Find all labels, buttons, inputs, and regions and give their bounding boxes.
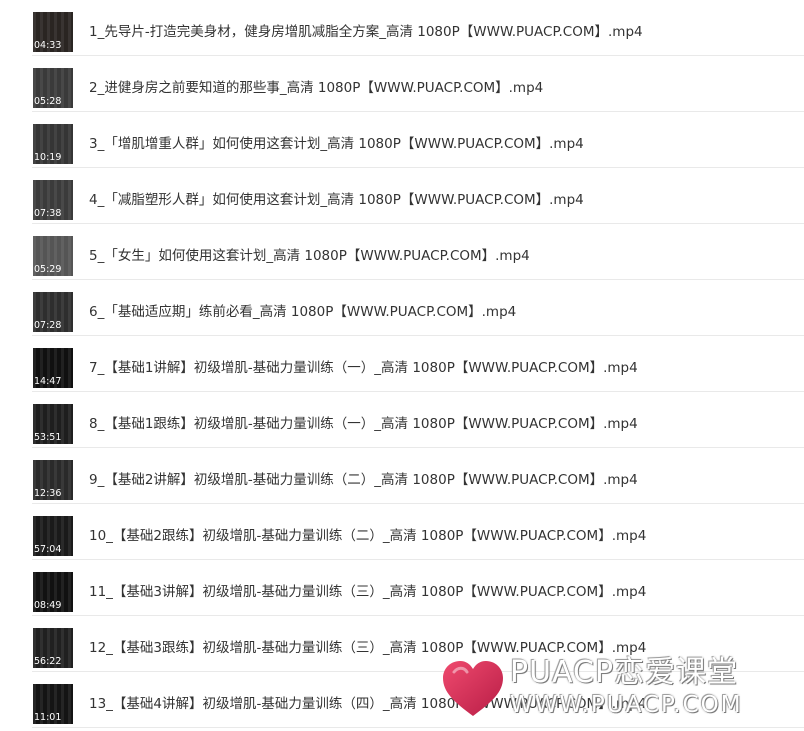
video-duration: 07:28 xyxy=(34,320,62,331)
file-name[interactable]: 7_【基础1讲解】初级增肌-基础力量训练（一）_高清 1080P【WWW.PUA… xyxy=(89,359,638,377)
watermark: PUACP恋爱课堂 WWW.PUACP.COM xyxy=(440,656,800,720)
list-item[interactable]: 57:04 10_【基础2跟练】初级增肌-基础力量训练（二）_高清 1080P【… xyxy=(0,504,804,560)
video-thumbnail-icon: 12:36 xyxy=(33,460,73,500)
heart-logo-icon xyxy=(443,661,503,716)
video-thumbnail-icon: 53:51 xyxy=(33,404,73,444)
video-duration: 08:49 xyxy=(34,600,62,611)
list-item[interactable]: 05:29 5_「女生」如何使用这套计划_高清 1080P【WWW.PUACP.… xyxy=(0,224,804,280)
file-name[interactable]: 2_进健身房之前要知道的那些事_高清 1080P【WWW.PUACP.COM】.… xyxy=(89,79,543,97)
video-thumbnail-icon: 04:33 xyxy=(33,12,73,52)
list-item[interactable]: 53:51 8_【基础1跟练】初级增肌-基础力量训练（一）_高清 1080P【W… xyxy=(0,392,804,448)
list-item[interactable]: 07:38 4_「减脂塑形人群」如何使用这套计划_高清 1080P【WWW.PU… xyxy=(0,168,804,224)
video-duration: 12:36 xyxy=(34,488,62,499)
video-thumbnail-icon: 14:47 xyxy=(33,348,73,388)
video-thumbnail-icon: 05:28 xyxy=(33,68,73,108)
file-name[interactable]: 4_「减脂塑形人群」如何使用这套计划_高清 1080P【WWW.PUACP.CO… xyxy=(89,191,584,209)
list-item[interactable]: 12:36 9_【基础2讲解】初级增肌-基础力量训练（二）_高清 1080P【W… xyxy=(0,448,804,504)
video-duration: 11:01 xyxy=(34,712,62,723)
file-name[interactable]: 1_先导片-打造完美身材，健身房增肌减脂全方案_高清 1080P【WWW.PUA… xyxy=(89,23,643,41)
file-name[interactable]: 8_【基础1跟练】初级增肌-基础力量训练（一）_高清 1080P【WWW.PUA… xyxy=(89,415,638,433)
file-name[interactable]: 9_【基础2讲解】初级增肌-基础力量训练（二）_高清 1080P【WWW.PUA… xyxy=(89,471,638,489)
list-item[interactable]: 14:47 7_【基础1讲解】初级增肌-基础力量训练（一）_高清 1080P【W… xyxy=(0,336,804,392)
video-thumbnail-icon: 56:22 xyxy=(33,628,73,668)
video-duration: 14:47 xyxy=(34,376,62,387)
list-item[interactable]: 05:28 2_进健身房之前要知道的那些事_高清 1080P【WWW.PUACP… xyxy=(0,56,804,112)
file-name[interactable]: 11_【基础3讲解】初级增肌-基础力量训练（三）_高清 1080P【WWW.PU… xyxy=(89,583,646,601)
file-name[interactable]: 6_「基础适应期」练前必看_高清 1080P【WWW.PUACP.COM】.mp… xyxy=(89,303,516,321)
video-duration: 56:22 xyxy=(34,656,62,667)
row-divider xyxy=(32,727,804,728)
video-thumbnail-icon: 57:04 xyxy=(33,516,73,556)
watermark-url: WWW.PUACP.COM xyxy=(510,692,743,718)
heart-shape xyxy=(443,661,503,716)
video-thumbnail-icon: 07:38 xyxy=(33,180,73,220)
video-thumbnail-icon: 05:29 xyxy=(33,236,73,276)
video-thumbnail-icon: 10:19 xyxy=(33,124,73,164)
video-thumbnail-icon: 11:01 xyxy=(33,684,73,724)
video-duration: 10:19 xyxy=(34,152,62,163)
video-duration: 04:33 xyxy=(34,40,62,51)
list-item[interactable]: 04:33 1_先导片-打造完美身材，健身房增肌减脂全方案_高清 1080P【W… xyxy=(0,0,804,56)
list-item[interactable]: 07:28 6_「基础适应期」练前必看_高清 1080P【WWW.PUACP.C… xyxy=(0,280,804,336)
video-duration: 57:04 xyxy=(34,544,62,555)
video-duration: 05:28 xyxy=(34,96,62,107)
video-duration: 05:29 xyxy=(34,264,62,275)
file-name[interactable]: 5_「女生」如何使用这套计划_高清 1080P【WWW.PUACP.COM】.m… xyxy=(89,247,530,265)
video-thumbnail-icon: 08:49 xyxy=(33,572,73,612)
watermark-brand: PUACP恋爱课堂 xyxy=(510,655,739,690)
video-duration: 53:51 xyxy=(34,432,62,443)
list-item[interactable]: 10:19 3_「增肌增重人群」如何使用这套计划_高清 1080P【WWW.PU… xyxy=(0,112,804,168)
file-name[interactable]: 3_「增肌增重人群」如何使用这套计划_高清 1080P【WWW.PUACP.CO… xyxy=(89,135,584,153)
list-item[interactable]: 08:49 11_【基础3讲解】初级增肌-基础力量训练（三）_高清 1080P【… xyxy=(0,560,804,616)
video-thumbnail-icon: 07:28 xyxy=(33,292,73,332)
file-name[interactable]: 10_【基础2跟练】初级增肌-基础力量训练（二）_高清 1080P【WWW.PU… xyxy=(89,527,646,545)
video-duration: 07:38 xyxy=(34,208,62,219)
